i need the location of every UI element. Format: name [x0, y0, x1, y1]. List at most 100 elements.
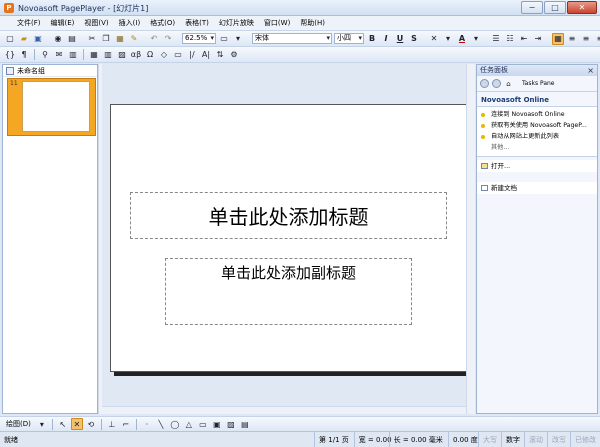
open-link[interactable]: 打开...: [477, 160, 597, 172]
format-painter-icon[interactable]: ✎: [128, 33, 140, 45]
elbow-connector-icon[interactable]: ⌐: [120, 418, 132, 430]
save-icon[interactable]: ▣: [32, 33, 44, 45]
canvas-vertical-scrollbar[interactable]: [466, 64, 475, 414]
paste-icon[interactable]: ▦: [114, 33, 126, 45]
menu-table[interactable]: 表格(T): [180, 16, 214, 31]
date-icon[interactable]: ▥: [67, 49, 79, 61]
close-button[interactable]: ✕: [567, 1, 597, 14]
textbox-icon[interactable]: ▣: [211, 418, 223, 430]
task-pane-selector[interactable]: Tasks Pane: [522, 80, 555, 87]
shadow-icon[interactable]: ✕: [428, 33, 440, 45]
slide-group-header[interactable]: 未命名组: [3, 65, 97, 77]
canvas-horizontal-scrollbar[interactable]: [102, 406, 466, 414]
point-icon[interactable]: ·: [141, 418, 153, 430]
connector-icon[interactable]: ⊥: [106, 418, 118, 430]
slide-thumbnail[interactable]: [22, 81, 90, 132]
paragraph-icon[interactable]: ¶: [18, 49, 30, 61]
font-color-button[interactable]: A: [456, 33, 468, 45]
status-ready: 就绪: [4, 435, 18, 444]
field-icon[interactable]: {}: [4, 49, 16, 61]
title-placeholder[interactable]: 单击此处添加标题: [130, 192, 447, 239]
rotate-icon[interactable]: ⟲: [85, 418, 97, 430]
menu-format[interactable]: 格式(O): [145, 16, 180, 31]
line-icon[interactable]: ╲: [155, 418, 167, 430]
new-document-link[interactable]: 新建文档: [477, 182, 597, 194]
play-icon[interactable]: ◉: [52, 33, 64, 45]
menu-view[interactable]: 视图(V): [79, 16, 113, 31]
print-icon[interactable]: ▤: [66, 33, 78, 45]
triangle-icon[interactable]: △: [183, 418, 195, 430]
toolbar-separator: [34, 49, 35, 60]
ellipse-icon[interactable]: ◯: [169, 418, 181, 430]
group-icon: [6, 67, 14, 75]
picture-icon[interactable]: ▨: [225, 418, 237, 430]
back-icon[interactable]: [480, 79, 489, 88]
symbol-icon[interactable]: αβ: [130, 49, 142, 61]
align-left-icon[interactable]: ≡: [566, 33, 578, 45]
menu-window[interactable]: 窗口(W): [259, 16, 295, 31]
redo-icon[interactable]: ↷: [162, 33, 174, 45]
open-folder-icon[interactable]: ▰: [18, 33, 30, 45]
zoom-select[interactable]: 62.5%: [182, 33, 216, 44]
menu-edit[interactable]: 编辑(E): [46, 16, 80, 31]
select-pointer-icon[interactable]: ↖: [57, 418, 69, 430]
undo-icon[interactable]: ↶: [148, 33, 160, 45]
chevron-down-icon[interactable]: ▾: [232, 33, 244, 45]
slide-layout-icon[interactable]: ▭: [218, 33, 230, 45]
cut-icon[interactable]: ✂: [86, 33, 98, 45]
align-right-icon[interactable]: ≡: [594, 33, 600, 45]
textbox-icon[interactable]: ▭: [172, 49, 184, 61]
close-icon[interactable]: ×: [587, 65, 594, 76]
chevron-down-icon[interactable]: ▾: [442, 33, 454, 45]
chevron-down-icon[interactable]: ▾: [36, 418, 48, 430]
more-link[interactable]: 其他...: [477, 142, 597, 153]
font-size-select[interactable]: 小四: [334, 33, 364, 44]
special-char-icon[interactable]: Ω: [144, 49, 156, 61]
rectangle-icon[interactable]: ▭: [197, 418, 209, 430]
maximize-button[interactable]: □: [544, 1, 566, 14]
font-name-select[interactable]: 宋体: [252, 33, 332, 44]
select-objects-icon[interactable]: ✕: [70, 418, 83, 430]
home-icon[interactable]: ⌂: [504, 79, 513, 88]
underline-button[interactable]: U: [394, 33, 406, 45]
new-file-icon[interactable]: ▢: [4, 33, 16, 45]
menu-insert[interactable]: 插入(I): [114, 16, 146, 31]
columns-icon[interactable]: ▥: [102, 49, 114, 61]
tools-icon[interactable]: ⚙: [228, 49, 240, 61]
sort-icon[interactable]: ⇅: [214, 49, 226, 61]
minimize-button[interactable]: −: [521, 1, 543, 14]
slide-thumbnail-selected[interactable]: 11: [7, 78, 96, 136]
toolbar-separator: [135, 418, 137, 430]
table-icon[interactable]: ▦: [88, 49, 100, 61]
italic-button[interactable]: I: [380, 33, 392, 45]
numbered-list-icon[interactable]: ☰: [490, 33, 502, 45]
online-link[interactable]: 自动从网站上更新此列表: [477, 131, 597, 142]
copy-icon[interactable]: ❐: [100, 33, 112, 45]
decrease-indent-icon[interactable]: ⇤: [518, 33, 530, 45]
slide[interactable]: 单击此处添加标题 单击此处添加副标题: [110, 104, 470, 372]
wordart-icon[interactable]: |/: [186, 49, 198, 61]
menu-file[interactable]: 文件(F): [12, 16, 46, 31]
menu-slideshow[interactable]: 幻灯片放映: [214, 16, 259, 31]
forward-icon[interactable]: [492, 79, 501, 88]
hyperlink-icon[interactable]: ⚲: [39, 49, 51, 61]
text-layout-icon[interactable]: ▦: [552, 32, 564, 45]
shape-icon[interactable]: ◇: [158, 49, 170, 61]
picture-icon[interactable]: ▨: [116, 49, 128, 61]
bold-button[interactable]: B: [366, 33, 378, 45]
online-link[interactable]: 获取有关使用 Novoasoft PageP...: [477, 120, 597, 131]
increase-indent-icon[interactable]: ⇥: [532, 33, 544, 45]
clipart-icon[interactable]: ▤: [239, 418, 251, 430]
strikethrough-button[interactable]: S: [408, 33, 420, 45]
text-direction-icon[interactable]: A|: [200, 49, 212, 61]
comment-icon[interactable]: ✉: [53, 49, 65, 61]
bullet-icon: [481, 124, 485, 128]
drawing-menu[interactable]: 绘图(D): [3, 419, 34, 429]
align-center-icon[interactable]: ≡: [580, 33, 592, 45]
menu-help[interactable]: 帮助(H): [295, 16, 330, 31]
bullet-list-icon[interactable]: ☷: [504, 33, 516, 45]
chevron-down-icon[interactable]: ▾: [470, 33, 482, 45]
online-link[interactable]: 连接到 Novoasoft Online: [477, 109, 597, 120]
subtitle-placeholder[interactable]: 单击此处添加副标题: [165, 258, 412, 325]
drawing-toolbar: 绘图(D) ▾ ↖ ✕ ⟲ ⊥ ⌐ · ╲ ◯ △ ▭ ▣ ▨ ▤: [0, 416, 600, 431]
